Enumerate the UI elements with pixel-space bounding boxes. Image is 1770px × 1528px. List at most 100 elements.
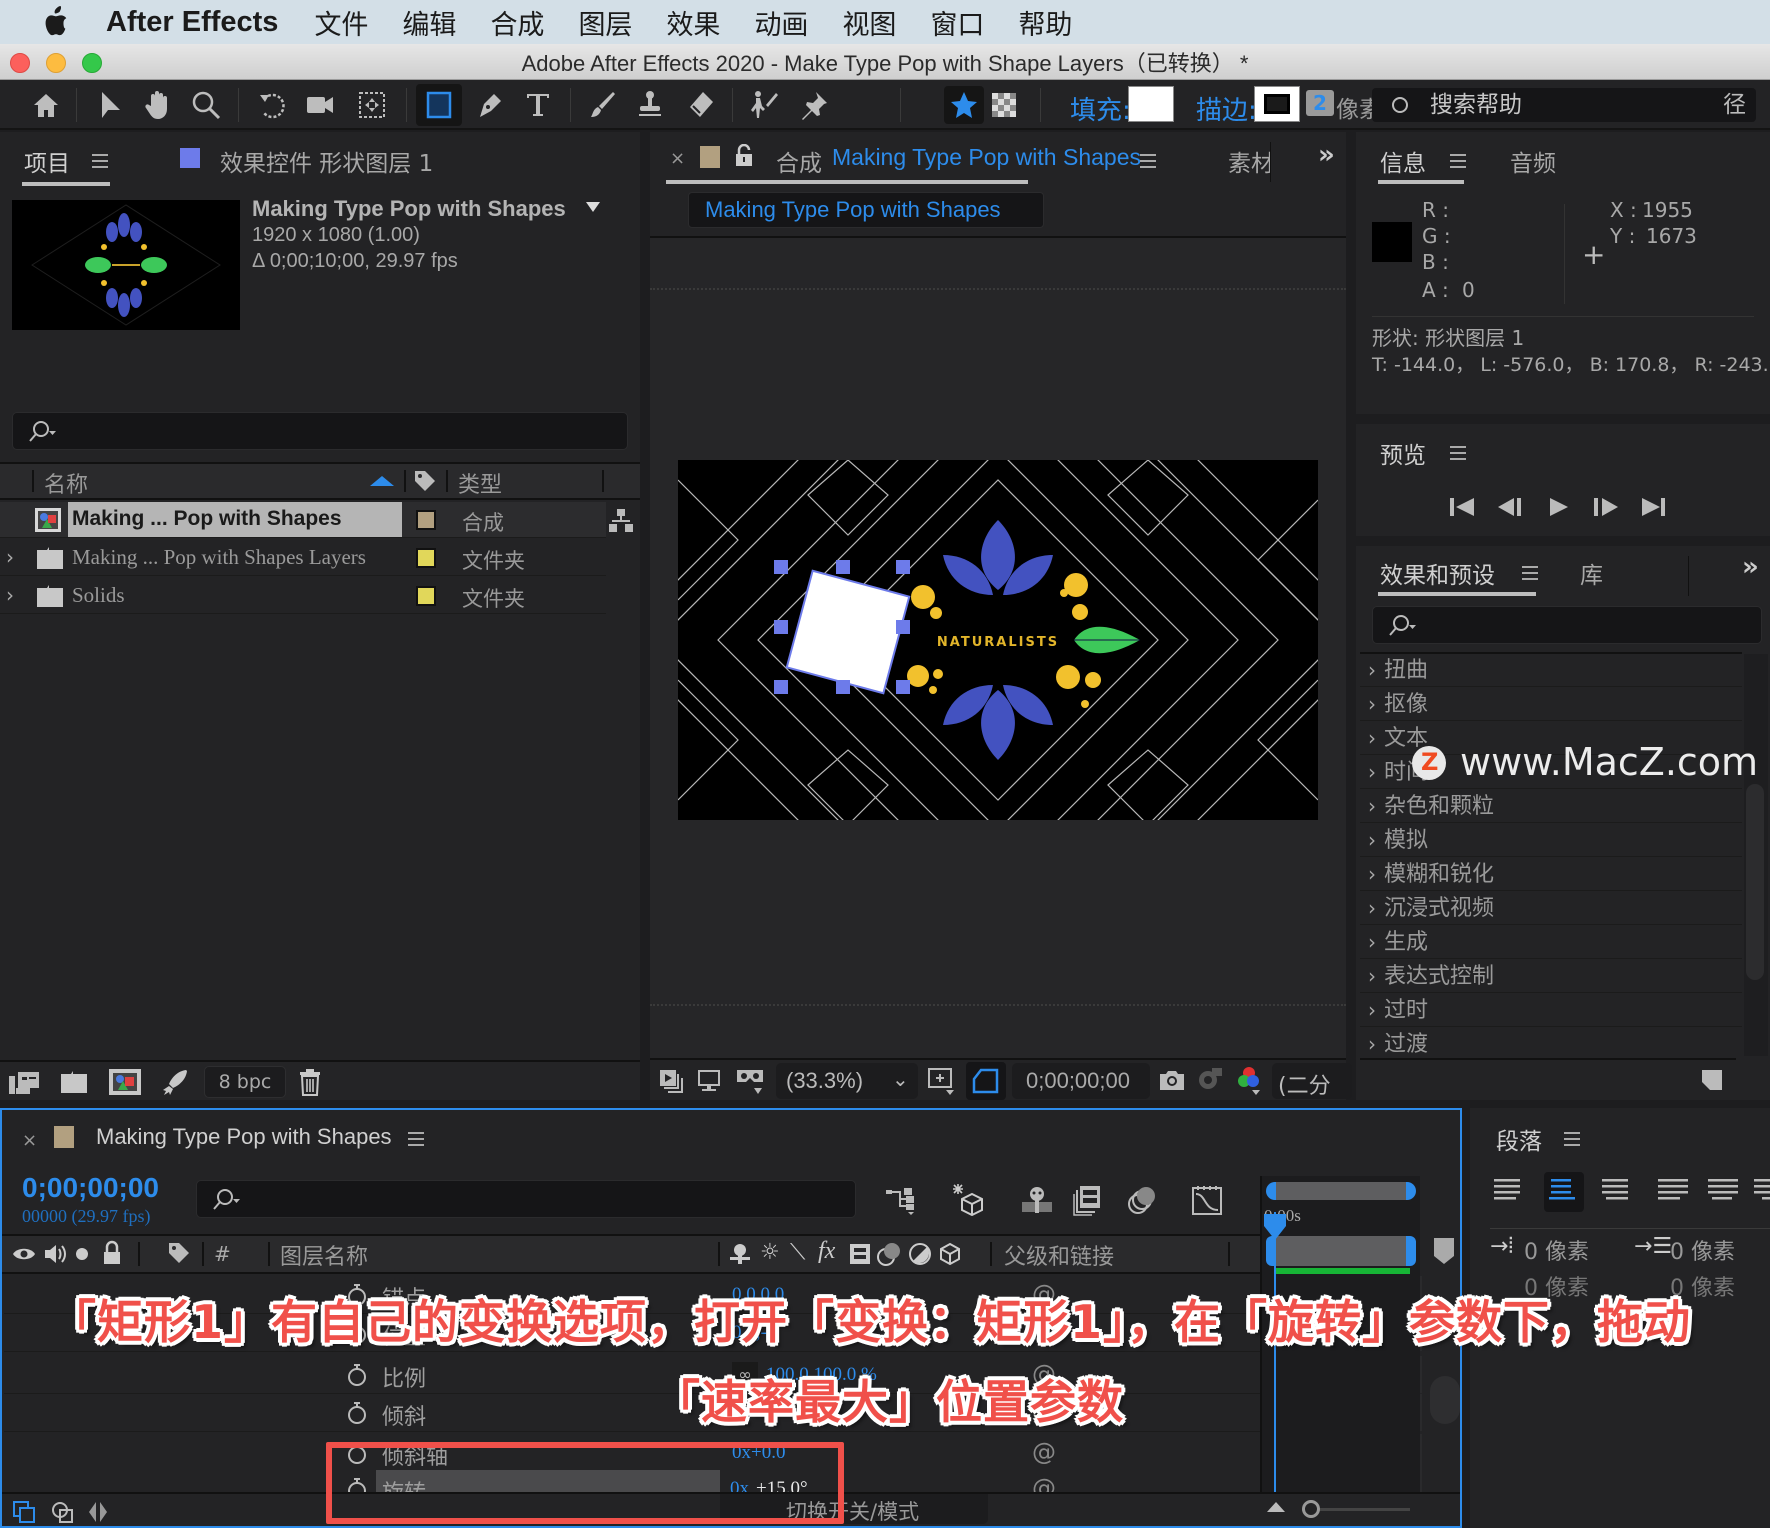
comp-tab-prefix[interactable]: 合成 bbox=[776, 144, 822, 178]
column-layer-name[interactable]: 图层名称 bbox=[280, 1239, 368, 1271]
interpret-footage-icon[interactable] bbox=[8, 1070, 40, 1096]
play-icon[interactable] bbox=[1546, 496, 1572, 518]
indent-first-value[interactable]: 0 像素 bbox=[1670, 1234, 1735, 1266]
align-center-button[interactable] bbox=[1544, 1172, 1584, 1212]
expand-chevron-icon[interactable]: › bbox=[6, 545, 14, 569]
fill-label[interactable]: 填充: bbox=[1070, 90, 1131, 127]
brush-tool[interactable] bbox=[582, 86, 622, 124]
new-preset-icon[interactable] bbox=[1700, 1068, 1724, 1092]
help-search-input[interactable]: 搜索帮助 径 bbox=[1372, 88, 1756, 122]
label-color-swatch[interactable] bbox=[416, 510, 436, 530]
motion-blur-icon[interactable] bbox=[1126, 1184, 1158, 1216]
new-composition-icon[interactable] bbox=[108, 1068, 142, 1096]
justify-last-right-button[interactable] bbox=[1750, 1172, 1770, 1212]
tab-project[interactable]: 项目 bbox=[24, 144, 70, 178]
next-frame-icon[interactable] bbox=[1592, 496, 1620, 518]
in-out-toggle-icon[interactable] bbox=[86, 1500, 110, 1524]
timeline-current-time[interactable]: 0;00;00;00 bbox=[22, 1172, 159, 1204]
apple-logo-icon[interactable] bbox=[40, 6, 70, 38]
column-name[interactable]: 名称 bbox=[44, 467, 88, 499]
previous-frame-icon[interactable] bbox=[1496, 496, 1524, 518]
composition-viewer[interactable]: NATURALISTS bbox=[650, 238, 1346, 1058]
effect-category[interactable]: › 过渡 bbox=[1360, 1028, 1742, 1056]
first-frame-icon[interactable] bbox=[1448, 496, 1476, 518]
audio-icon[interactable] bbox=[42, 1242, 66, 1266]
current-time-indicator[interactable] bbox=[1274, 1212, 1276, 1492]
tab-library[interactable]: 库 bbox=[1580, 556, 1603, 590]
last-frame-icon[interactable] bbox=[1640, 496, 1668, 518]
project-item[interactable]: › Solids 文件夹 bbox=[0, 578, 606, 614]
effect-category[interactable]: › 表达式控制 bbox=[1360, 960, 1742, 993]
unlock-icon[interactable] bbox=[734, 144, 754, 168]
scrollbar-thumb[interactable] bbox=[1746, 784, 1764, 980]
effect-category[interactable]: › 扭曲 bbox=[1360, 654, 1742, 687]
effect-category[interactable]: › 模拟 bbox=[1360, 824, 1742, 857]
close-window-button[interactable] bbox=[10, 53, 30, 73]
lock-icon[interactable] bbox=[102, 1240, 122, 1266]
clone-stamp-tool[interactable] bbox=[630, 86, 670, 124]
menu-view[interactable]: 视图 bbox=[842, 3, 896, 42]
expand-chevron-icon[interactable]: › bbox=[6, 583, 14, 607]
shy-layers-icon[interactable] bbox=[1020, 1186, 1054, 1214]
rotation-tool[interactable] bbox=[252, 86, 292, 124]
bit-depth-button[interactable]: 8 bpc bbox=[204, 1066, 286, 1098]
rotobezier-toggle[interactable] bbox=[944, 86, 984, 124]
stopwatch-icon[interactable] bbox=[346, 1363, 368, 1387]
effect-category[interactable]: › 模糊和锐化 bbox=[1360, 858, 1742, 891]
fill-color-swatch[interactable] bbox=[1128, 86, 1174, 122]
comp-breadcrumb[interactable]: Making Type Pop with Shapes bbox=[688, 192, 1044, 228]
info-menu-icon[interactable] bbox=[1450, 154, 1466, 168]
label-color-swatch[interactable] bbox=[416, 586, 436, 606]
app-name-menu[interactable]: After Effects bbox=[106, 6, 278, 39]
more-panels-icon[interactable]: » bbox=[1742, 552, 1759, 582]
timeline-scrollbar-thumb[interactable] bbox=[1430, 1376, 1460, 1424]
label-tag-icon[interactable] bbox=[412, 468, 438, 494]
label-tag-icon[interactable] bbox=[166, 1240, 192, 1266]
puppet-pin-tool[interactable] bbox=[794, 86, 834, 124]
align-left-button[interactable] bbox=[1490, 1172, 1530, 1212]
paragraph-menu-icon[interactable] bbox=[1564, 1132, 1580, 1146]
timeline-search-input[interactable] bbox=[196, 1180, 856, 1218]
tab-preview[interactable]: 预览 bbox=[1380, 436, 1426, 470]
render-queue-icon[interactable] bbox=[160, 1068, 188, 1096]
transfer-controls-toggle-icon[interactable] bbox=[50, 1500, 76, 1524]
effect-category[interactable]: › 杂色和颗粒 bbox=[1360, 790, 1742, 823]
video-visibility-icon[interactable] bbox=[12, 1244, 36, 1264]
roto-brush-tool[interactable] bbox=[744, 86, 784, 124]
pen-tool[interactable] bbox=[470, 86, 510, 124]
menu-edit[interactable]: 编辑 bbox=[402, 3, 456, 42]
menu-animation[interactable]: 动画 bbox=[754, 3, 808, 42]
solo-icon[interactable] bbox=[76, 1248, 88, 1260]
draft-3d-icon[interactable] bbox=[950, 1182, 986, 1216]
effect-category[interactable]: › 过时 bbox=[1360, 994, 1742, 1027]
playhead-icon[interactable] bbox=[1262, 1212, 1288, 1242]
preview-menu-icon[interactable] bbox=[1450, 446, 1466, 460]
effect-category[interactable]: › 生成 bbox=[1360, 926, 1742, 959]
tab-effects-presets[interactable]: 效果和预设 bbox=[1380, 556, 1495, 590]
tab-composition[interactable]: Making Type Pop with Shapes bbox=[832, 144, 1141, 171]
effects-scrollbar[interactable] bbox=[1744, 654, 1768, 1056]
zoom-slider-handle[interactable] bbox=[1302, 1500, 1320, 1518]
menu-help[interactable]: 帮助 bbox=[1018, 3, 1072, 42]
comp-panel-menu-icon[interactable] bbox=[1140, 154, 1156, 168]
align-right-button[interactable] bbox=[1592, 1172, 1632, 1212]
menu-composition[interactable]: 合成 bbox=[490, 3, 544, 42]
tab-effect-controls[interactable]: 效果控件 形状图层 1 bbox=[220, 144, 433, 178]
minimize-window-button[interactable] bbox=[46, 53, 66, 73]
zoom-window-button[interactable] bbox=[82, 53, 102, 73]
tab-info[interactable]: 信息 bbox=[1380, 144, 1426, 178]
comp-dropdown-icon[interactable] bbox=[586, 202, 600, 212]
new-folder-icon[interactable] bbox=[60, 1070, 88, 1094]
menu-window[interactable]: 窗口 bbox=[930, 3, 984, 42]
layer-switches-toggle-icon[interactable] bbox=[12, 1500, 38, 1524]
graph-editor-icon[interactable] bbox=[1190, 1182, 1224, 1216]
justify-last-left-button[interactable] bbox=[1654, 1172, 1694, 1212]
zoom-out-mountain-icon[interactable] bbox=[1266, 1500, 1286, 1514]
preview-region-icon[interactable] bbox=[658, 1068, 684, 1094]
mask-feather-toggle[interactable] bbox=[984, 86, 1024, 124]
project-menu-icon[interactable] bbox=[92, 154, 108, 168]
justify-last-center-button[interactable] bbox=[1704, 1172, 1744, 1212]
camera-tool[interactable] bbox=[300, 86, 340, 124]
stroke-width-field[interactable]: 2 bbox=[1306, 90, 1334, 116]
show-snapshot-icon[interactable] bbox=[1196, 1066, 1224, 1092]
